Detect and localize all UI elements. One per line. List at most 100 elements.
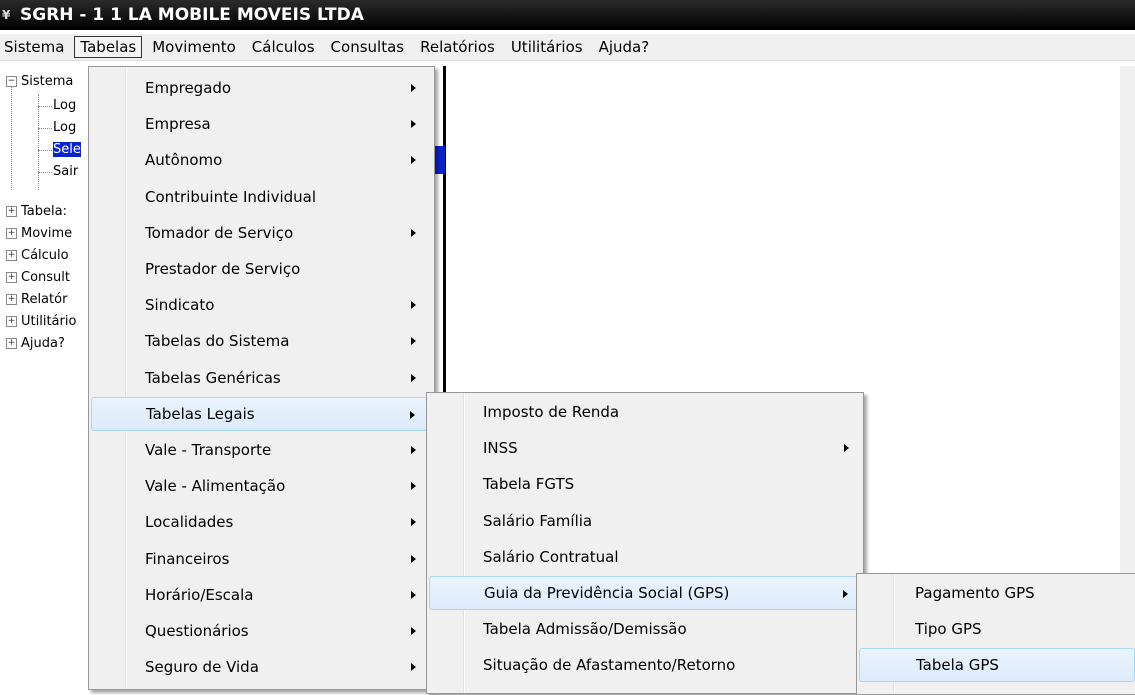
menu-item-label: Questionários xyxy=(145,622,249,640)
expand-icon[interactable]: + xyxy=(6,316,17,327)
menu-item-salario-contratual[interactable]: Salário Contratual xyxy=(429,540,861,574)
menu-item-label: Pagamento GPS xyxy=(915,584,1035,602)
menu-item-imposto-de-renda[interactable]: Imposto de Renda xyxy=(429,395,861,429)
tree-node-relator[interactable]: + Relatór xyxy=(6,292,67,307)
menu-item-label: Tipo GPS xyxy=(915,620,982,639)
menu-item-vale-transporte[interactable]: Vale - Transporte xyxy=(91,433,432,467)
menu-item-label: Autônomo xyxy=(145,151,223,170)
menu-item-label: Imposto de Renda xyxy=(483,403,620,421)
menu-movimento[interactable]: Movimento xyxy=(144,36,244,58)
menu-item-tabelas-genericas[interactable]: Tabelas Genéricas xyxy=(91,361,432,395)
expand-icon[interactable]: + xyxy=(6,272,17,283)
menu-utilitarios[interactable]: Utilitários xyxy=(503,36,591,58)
window-title: SGRH - 1 1 LA MOBILE MOVEIS LTDA xyxy=(20,5,364,25)
tabelas-legais-submenu: Imposto de Renda INSS Tabela FGTS Salário F… xyxy=(426,392,864,694)
tree-child-label: Log xyxy=(53,98,77,113)
expand-icon[interactable]: + xyxy=(6,206,17,217)
tree-node-tabela[interactable]: + Tabela: xyxy=(6,204,67,219)
tree-node-label: Consult xyxy=(21,270,70,285)
menu-item-label: Situação de Afastamento/Retorno xyxy=(483,656,736,675)
menu-item-seguro-de-vida[interactable]: Seguro de Vida xyxy=(91,650,432,684)
menu-bar: Sistema Tabelas Movimento Cálculos Consultas… xyxy=(0,34,1135,61)
menu-item-questionarios[interactable]: Questionários xyxy=(91,614,432,648)
menu-item-label: Empresa xyxy=(145,115,211,134)
menu-item-autonomo[interactable]: Autônomo xyxy=(91,143,432,177)
submenu-arrow-icon xyxy=(411,482,416,491)
menu-item-guia-da-previdencia-social-gps[interactable]: Guia da Previdência Social (GPS) xyxy=(429,576,861,610)
menu-item-label: Tabelas Genéricas xyxy=(145,368,281,387)
menu-item-contribuinte-individual[interactable]: Contribuinte Individual xyxy=(91,180,432,214)
expand-icon[interactable]: + xyxy=(6,338,17,349)
tree-child-sele-2[interactable]: Sele xyxy=(53,142,81,157)
tree-node-calculo[interactable]: + Cálculo xyxy=(6,248,69,263)
tree-child-label: Sele xyxy=(53,142,81,157)
tree-node-ajuda[interactable]: + Ajuda? xyxy=(6,336,65,351)
menu-item-tomador-de-servico[interactable]: Tomador de Serviço xyxy=(91,216,432,250)
menu-item-empregado[interactable]: Empregado xyxy=(91,71,432,105)
menu-item-label: Tomador de Serviço xyxy=(145,223,294,242)
submenu-arrow-icon xyxy=(411,120,416,129)
tree-node-label: Sistema xyxy=(21,74,74,89)
menu-item-label: Prestador de Serviço xyxy=(145,260,301,278)
menu-item-tabela-gps[interactable]: Tabela GPS xyxy=(859,648,1135,683)
menu-item-financeiros[interactable]: Financeiros xyxy=(91,542,432,576)
menu-item-label: Financeiros xyxy=(145,549,230,568)
menu-item-label: Tabelas Legais xyxy=(146,404,255,423)
tree-node-label: Relatór xyxy=(21,292,68,307)
tree-node-label: Utilitário xyxy=(21,314,77,329)
menu-relatorios[interactable]: Relatórios xyxy=(412,36,503,58)
menu-item-label: Vale - Transporte xyxy=(145,441,272,459)
menu-ajuda[interactable]: Ajuda? xyxy=(591,36,658,58)
tree-node-consult[interactable]: + Consult xyxy=(6,270,70,285)
menu-item-label: Salário Família xyxy=(483,511,593,530)
menu-item-tabelas-legais[interactable]: Tabelas Legais xyxy=(91,396,432,431)
menu-item-pagamento-gps[interactable]: Pagamento GPS xyxy=(859,576,1135,610)
menu-item-tabela-fgts[interactable]: Tabela FGTS xyxy=(429,467,861,501)
menu-item-salario-familia[interactable]: Salário Família xyxy=(429,504,861,538)
menu-item-localidades[interactable]: Localidades xyxy=(91,505,432,539)
menu-item-horario-escala[interactable]: Horário/Escala xyxy=(91,578,432,612)
menu-item-situacao-de-afastamento-retorno[interactable]: Situação de Afastamento/Retorno xyxy=(429,648,861,682)
menu-item-label: Guia da Previdência Social (GPS) xyxy=(484,584,730,602)
expand-icon[interactable]: + xyxy=(6,228,17,239)
splitter[interactable] xyxy=(443,66,446,396)
tabelas-menu: Empregado Empresa Autônomo Contribuinte Ind… xyxy=(88,66,435,690)
tree-child-log-1[interactable]: Log xyxy=(53,120,76,135)
tree-node-utilitario[interactable]: + Utilitário xyxy=(6,314,76,329)
menu-item-tipo-gps[interactable]: Tipo GPS xyxy=(859,612,1135,646)
tree-node-label: Cálculo xyxy=(21,248,69,263)
submenu-arrow-icon xyxy=(411,84,416,92)
expand-icon[interactable]: + xyxy=(6,294,17,305)
menu-calculos[interactable]: Cálculos xyxy=(244,36,323,58)
content-panel xyxy=(446,66,1121,396)
menu-tabelas[interactable]: Tabelas xyxy=(74,36,143,58)
tree-child-label: Log xyxy=(53,120,77,135)
menu-item-label: Salário Contratual xyxy=(483,547,619,566)
tree-child-log-0[interactable]: Log xyxy=(53,98,76,113)
menu-item-vale-alimentacao[interactable]: Vale - Alimentação xyxy=(91,469,432,503)
submenu-arrow-icon xyxy=(844,444,849,453)
submenu-arrow-icon xyxy=(411,627,416,635)
menu-item-label: Sindicato xyxy=(145,296,215,315)
menu-sistema[interactable]: Sistema xyxy=(0,36,72,58)
submenu-arrow-icon xyxy=(411,446,416,454)
menu-item-tabelas-do-sistema[interactable]: Tabelas do Sistema xyxy=(91,324,432,358)
menu-item-label: Horário/Escala xyxy=(145,585,254,604)
submenu-arrow-icon xyxy=(411,663,416,672)
menu-item-sindicato[interactable]: Sindicato xyxy=(91,288,432,322)
expand-icon[interactable]: + xyxy=(6,250,17,261)
tree-child-sair-3[interactable]: Sair xyxy=(53,164,78,179)
tree-node-movime[interactable]: + Movime xyxy=(6,226,72,241)
menu-item-prestador-de-servico[interactable]: Prestador de Serviço xyxy=(91,252,432,286)
tree-node-sistema[interactable]: − Sistema xyxy=(6,74,73,89)
title-bar: ¥ SGRH - 1 1 LA MOBILE MOVEIS LTDA xyxy=(0,0,1135,30)
menu-item-empresa[interactable]: Empresa xyxy=(91,107,432,141)
submenu-arrow-icon xyxy=(411,337,416,346)
menu-consultas[interactable]: Consultas xyxy=(323,36,413,58)
menu-item-inss[interactable]: INSS xyxy=(429,431,861,465)
menu-item-label: Localidades xyxy=(145,513,234,532)
app-icon[interactable]: ¥ xyxy=(2,7,14,23)
menu-item-label: Tabela GPS xyxy=(916,656,999,675)
submenu-arrow-icon xyxy=(411,554,416,563)
menu-item-tabela-admissao-demissao[interactable]: Tabela Admissão/Demissão xyxy=(429,612,861,646)
